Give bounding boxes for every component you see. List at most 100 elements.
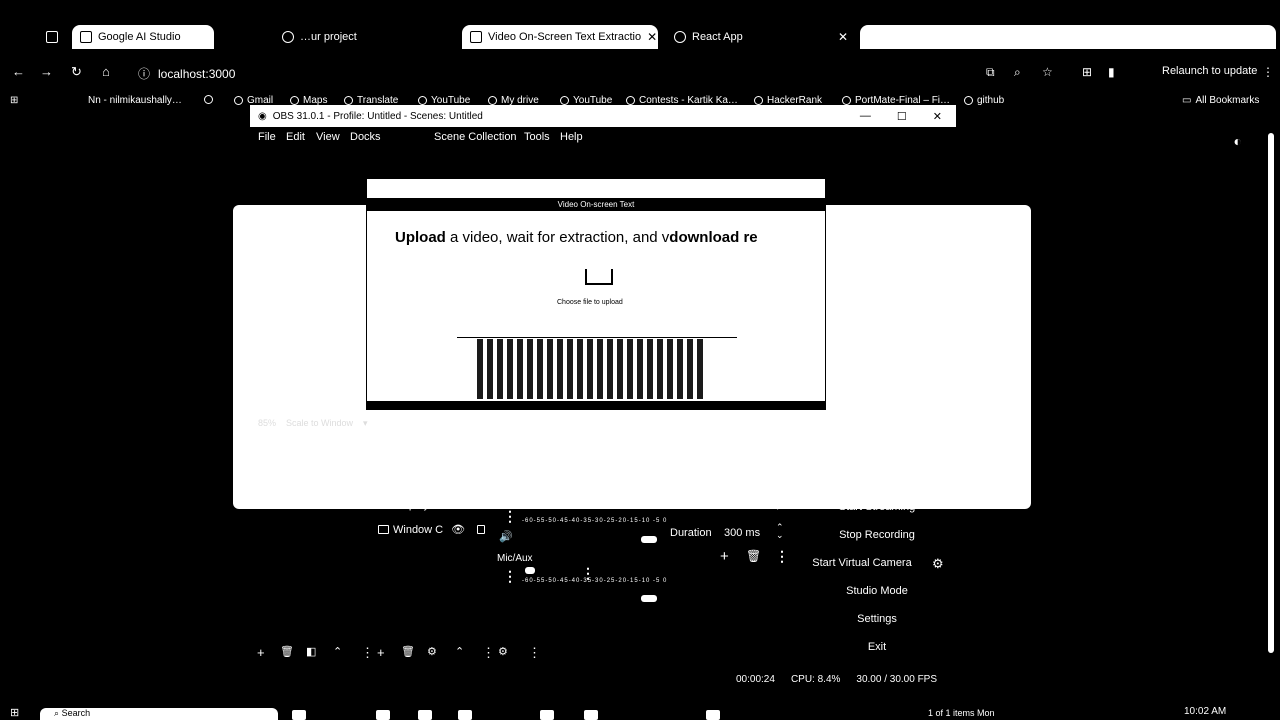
source-item-display-capture[interactable]: Display Ca 👁 — [378, 498, 485, 511]
store-icon[interactable] — [458, 710, 472, 720]
desktop-audio-volume-slider[interactable] — [641, 536, 657, 543]
move-up-icon[interactable]: ⌃ — [333, 645, 342, 658]
source-item-window-capture[interactable]: Window C 👁 — [378, 523, 486, 536]
menu-file[interactable]: File — [258, 131, 276, 143]
relaunch-button[interactable]: Relaunch to update — [1162, 65, 1257, 77]
exit-button[interactable]: Exit — [812, 637, 942, 657]
menu-icon[interactable]: ⋮ — [1262, 65, 1274, 79]
duration-stepper-icon[interactable]: ⌃ ⌄ — [776, 523, 784, 540]
maximize-icon[interactable]: ☐ — [897, 110, 907, 123]
visibility-eye-icon[interactable]: 👁 — [451, 523, 465, 536]
add-scene-icon[interactable]: + — [257, 645, 265, 660]
remove-source-icon[interactable]: 🗑 — [401, 645, 415, 658]
page-scrollbar[interactable] — [1268, 133, 1274, 653]
sidebar-icon[interactable]: ▮ — [1108, 65, 1115, 79]
settings-button[interactable]: Settings — [812, 609, 942, 629]
advanced-audio-gear-icon[interactable]: ⚙ — [498, 645, 508, 658]
menu-help[interactable]: Help — [560, 131, 583, 143]
obs-taskbar-icon[interactable] — [706, 710, 720, 720]
lock-icon[interactable] — [477, 525, 486, 534]
undock-icon[interactable] — [779, 474, 790, 484]
virtual-camera-settings-gear-icon[interactable]: ⚙ — [932, 556, 944, 572]
cpu-usage: CPU: 8.4% — [790, 674, 841, 685]
menu-docks[interactable]: Docks — [350, 131, 381, 143]
back-icon[interactable]: ← — [12, 64, 25, 79]
start-virtual-camera-button[interactable]: Start Virtual Camera — [812, 553, 912, 573]
lock-icon[interactable] — [476, 500, 485, 509]
menu-view[interactable]: View — [316, 131, 340, 143]
add-transition-icon[interactable]: + — [720, 548, 729, 565]
preview-window-title: Video On-screen Text — [367, 199, 825, 211]
duration-input[interactable]: 300 ms — [724, 527, 760, 539]
tab-video-extraction[interactable]: Video On-Screen Text Extractio ✕ — [462, 25, 658, 49]
minimize-icon[interactable]: — — [860, 110, 871, 123]
source-move-up-icon[interactable]: ⌃ — [455, 645, 464, 658]
visibility-eye-icon[interactable]: 👁 — [450, 498, 464, 511]
obs-preview[interactable]: Video On-screen Text Upload a video, wai… — [366, 158, 826, 410]
undock-icon[interactable] — [472, 474, 483, 484]
task-view-icon[interactable] — [292, 710, 306, 720]
undock-icon[interactable] — [352, 474, 363, 484]
bookmark-item[interactable] — [204, 95, 213, 104]
apps-icon[interactable]: ⊞ — [10, 95, 18, 106]
tab-favicon-icon — [46, 31, 58, 43]
source-properties-gear-icon[interactable]: ⚙ — [427, 645, 437, 658]
close-tab-icon[interactable]: ✕ — [838, 30, 848, 44]
chevron-down-icon[interactable]: ▾ — [775, 500, 781, 513]
mic-aux-menu-icon[interactable]: ⋮ — [503, 568, 517, 585]
undock-icon[interactable] — [648, 474, 659, 484]
start-streaming-button[interactable]: Start Streaming — [812, 497, 942, 517]
forward-icon[interactable]: → — [40, 64, 53, 79]
all-bookmarks[interactable]: ▭ All Bookmarks — [1182, 95, 1259, 106]
site-info-icon[interactable]: ⓘ — [138, 65, 150, 82]
close-window-icon[interactable]: ✕ — [933, 110, 942, 123]
transition-select[interactable]: Fade — [678, 500, 703, 512]
taskbar-app-icon[interactable] — [540, 710, 554, 720]
menu-scene-collection[interactable]: Scene Collection — [434, 131, 517, 143]
windows-start-icon[interactable]: ⊞ — [10, 706, 19, 719]
bookmark-item[interactable]: Nn - nilmikaushally… — [88, 95, 182, 106]
taskbar-clock[interactable]: 10:02 AM — [1184, 706, 1226, 717]
menu-edit[interactable]: Edit — [286, 131, 305, 143]
mic-aux-volume-slider[interactable] — [641, 595, 657, 602]
reload-icon[interactable]: ↻ — [71, 64, 82, 80]
tab-google-ai-studio[interactable]: Google AI Studio — [72, 25, 214, 49]
bookmark-star-icon[interactable]: ☆ — [1042, 65, 1053, 79]
no-source-label: No source selected — [258, 444, 353, 456]
bookmark-item[interactable]: github — [964, 95, 1004, 106]
theme-toggle-icon[interactable]: ◐ — [1234, 133, 1242, 149]
zoom-icon[interactable]: ⌕ — [1014, 65, 1021, 80]
tab-project[interactable]: …ur project — [274, 25, 424, 49]
home-icon[interactable]: ⌂ — [102, 64, 110, 79]
tab-react-app[interactable]: React App ✕ — [666, 25, 856, 49]
file-explorer-icon[interactable] — [418, 710, 432, 720]
scene-filters-icon[interactable]: ◧ — [306, 645, 316, 658]
remove-scene-icon[interactable]: 🗑 — [280, 645, 294, 658]
trash-icon[interactable]: 🗑 — [746, 549, 761, 563]
taskbar-app-icon[interactable] — [376, 710, 390, 720]
chrome-icon[interactable] — [584, 710, 598, 720]
url-field[interactable]: ⓘ localhost:3000 — [138, 65, 235, 82]
taskbar-search[interactable]: ⌕ Search — [40, 708, 278, 720]
preview-zoom-row[interactable]: 85% Scale to Window ▾ — [258, 418, 368, 429]
tab-pinned[interactable] — [38, 25, 68, 49]
scene-more-icon[interactable]: ⋮ — [361, 645, 374, 661]
extensions-icon[interactable]: ⊞ — [1082, 65, 1092, 79]
upload-icon — [585, 269, 613, 285]
google-ai-studio-favicon-icon — [80, 31, 92, 43]
scene-transitions-dock-title: Scene Transitions — [672, 474, 767, 486]
install-icon[interactable]: ⧉ — [986, 65, 995, 80]
menu-tools[interactable]: Tools — [524, 131, 550, 143]
folder-icon: ▭ — [1182, 95, 1192, 106]
source-more-icon[interactable]: ⋮ — [482, 645, 495, 661]
close-tab-icon[interactable]: ✕ — [647, 30, 657, 44]
stop-recording-button[interactable]: Stop Recording — [812, 525, 942, 545]
mixer-more-icon[interactable]: ⋮ — [528, 645, 541, 661]
studio-mode-button[interactable]: Studio Mode — [812, 581, 942, 601]
speaker-icon[interactable]: 🔊 — [499, 530, 513, 543]
desktop-audio-menu-icon[interactable]: ⋮ — [503, 508, 517, 525]
scene-item[interactable]: Scene — [258, 497, 289, 509]
add-source-icon[interactable]: + — [377, 645, 385, 660]
transition-menu-icon[interactable]: ⋮ — [775, 548, 789, 565]
undock-icon[interactable] — [942, 474, 953, 484]
